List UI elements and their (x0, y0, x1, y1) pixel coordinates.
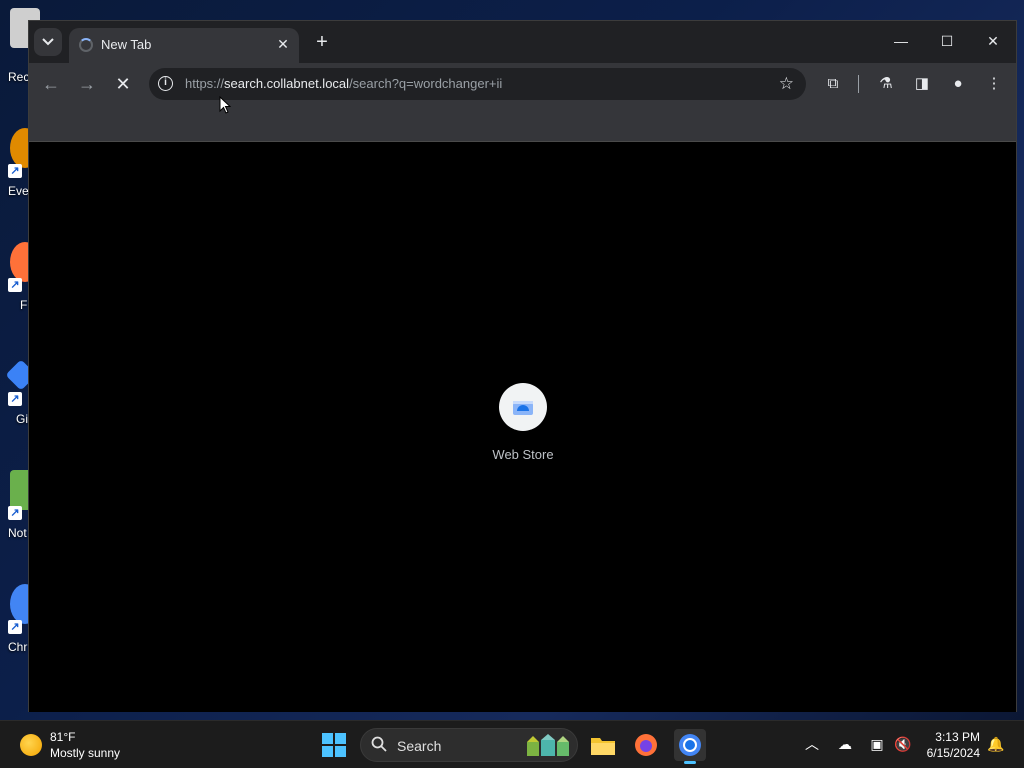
browser-window: New Tab ✕ + — ☐ ✕ ← → ✕ i https://search… (28, 20, 1017, 712)
url-host: search.collabnet.local (224, 76, 350, 91)
tray-overflow-chevron-icon[interactable]: ︿ (801, 733, 823, 755)
stop-loading-button[interactable]: ✕ (111, 72, 135, 96)
weather-temp: 81°F (50, 730, 76, 744)
desktop-icon-label: Rec (8, 70, 30, 84)
onedrive-offline-icon[interactable]: ☁ (834, 733, 856, 755)
folder-icon (591, 738, 615, 755)
shortcut-label: Web Store (492, 447, 554, 462)
url-text[interactable]: https://search.collabnet.local/search?q=… (185, 76, 502, 91)
url-scheme: https:// (185, 76, 225, 91)
forward-button[interactable]: → (75, 72, 99, 96)
chevron-down-icon (42, 38, 54, 46)
volume-muted-icon[interactable]: 🔇 (892, 733, 914, 755)
extensions-icon[interactable]: ⧉ (821, 72, 845, 96)
desktop-icon-label: F (20, 298, 28, 312)
tab-new-tab[interactable]: New Tab ✕ (69, 28, 299, 63)
browser-toolbar: ← → ✕ i https://search.collabnet.local/s… (29, 63, 1016, 105)
page-content: Web Store (29, 143, 1016, 712)
profile-icon[interactable]: ● (946, 72, 970, 96)
taskbar-firefox[interactable] (630, 729, 662, 761)
windows-logo-pane (335, 746, 346, 757)
start-button[interactable] (322, 733, 346, 757)
desktop-icon-label: Chr (8, 640, 28, 654)
desktop-icon-label: Eve (8, 184, 29, 198)
search-icon (371, 736, 387, 752)
taskbar: 81°F Mostly sunny Search ︿ ☁ ▣ 🔇 3:13 PM… (0, 720, 1024, 768)
bookmark-star-icon[interactable]: ☆ (779, 74, 794, 94)
shortcut-arrow-icon: ↗ (8, 506, 22, 520)
chrome-icon (679, 734, 701, 756)
minimize-button[interactable]: — (886, 29, 916, 53)
clock-time: 3:13 PM (935, 730, 980, 744)
search-highlight-icon (527, 734, 569, 756)
address-bar[interactable]: i https://search.collabnet.local/search?… (149, 68, 806, 100)
shortcut-web-store[interactable]: Web Store (473, 383, 573, 473)
desktop-icon-label: Not (8, 526, 27, 540)
desktop-icon-label: Gi (16, 412, 28, 426)
windows-logo-pane (322, 733, 333, 744)
notifications-bell-icon[interactable]: 🔔 (985, 733, 1007, 755)
labs-flask-icon[interactable]: ⚗ (874, 72, 898, 96)
close-window-button[interactable]: ✕ (978, 29, 1008, 53)
menu-kebab-icon[interactable]: ⋮ (982, 72, 1006, 96)
active-app-indicator (684, 761, 696, 764)
network-icon[interactable]: ▣ (866, 733, 888, 755)
windows-logo-pane (335, 733, 346, 744)
weather-widget[interactable]: 81°F Mostly sunny (18, 729, 148, 763)
site-info-icon[interactable]: i (158, 76, 173, 91)
firefox-icon (635, 734, 657, 756)
shortcut-arrow-icon: ↗ (8, 620, 22, 634)
mouse-cursor-icon (219, 96, 231, 114)
partly-sunny-icon (20, 734, 42, 756)
shortcut-arrow-icon: ↗ (8, 392, 22, 406)
back-button[interactable]: ← (39, 72, 63, 96)
shortcut-arrow-icon: ↗ (8, 278, 22, 292)
side-panel-icon[interactable]: ◨ (910, 72, 934, 96)
web-store-icon (499, 383, 547, 431)
search-placeholder: Search (397, 738, 442, 754)
tab-search-button[interactable] (34, 28, 62, 56)
windows-logo-pane (322, 746, 333, 757)
taskbar-search[interactable]: Search (360, 728, 578, 762)
maximize-button[interactable]: ☐ (932, 29, 962, 53)
url-path: /search?q=wordchanger+ii (349, 76, 503, 91)
shortcut-arrow-icon: ↗ (8, 164, 22, 178)
bookmarks-bar (29, 105, 1016, 142)
tab-close-button[interactable]: ✕ (275, 36, 291, 52)
weather-desc: Mostly sunny (50, 746, 121, 760)
clock-date: 6/15/2024 (926, 746, 980, 760)
toolbar-divider (858, 75, 859, 93)
tab-strip: New Tab ✕ + — ☐ ✕ (29, 21, 1016, 63)
loading-spinner-icon (79, 38, 93, 52)
new-tab-button[interactable]: + (311, 31, 333, 53)
system-clock[interactable]: 3:13 PM 6/15/2024 (918, 729, 980, 761)
taskbar-file-explorer[interactable] (587, 729, 619, 761)
tab-title: New Tab (101, 37, 152, 52)
taskbar-chrome[interactable] (674, 729, 706, 764)
